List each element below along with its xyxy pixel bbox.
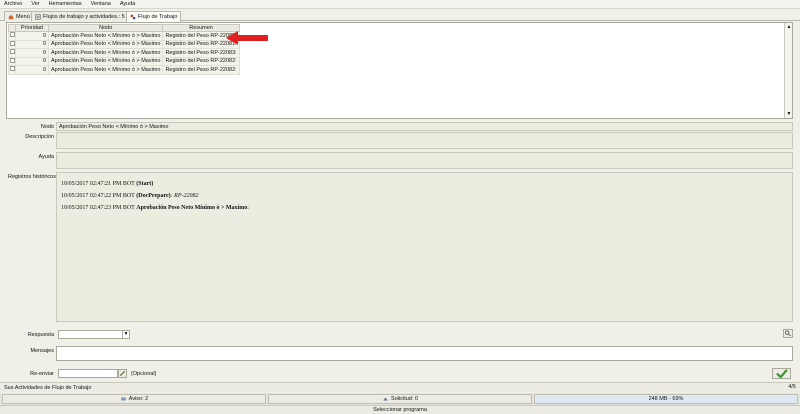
tab-menu-label: Menú	[16, 13, 30, 20]
ok-button[interactable]	[772, 368, 791, 379]
messages-input[interactable]	[56, 346, 793, 361]
table-row[interactable]: 0 Aprobación Peso Neto < Mínimo ó > Maxi…	[8, 48, 240, 58]
page-count: 4/5	[788, 384, 796, 390]
summary-cell: Registro del Peso RP-22083:	[162, 48, 240, 58]
description-field	[56, 132, 793, 149]
tab-bar: Menú Flujos de trabajo y actividades.: 5…	[0, 10, 800, 22]
lookup-icon	[119, 370, 126, 377]
requests-segment[interactable]: Solicitud: 0	[268, 394, 532, 404]
tab-workflow-label: Flujo de Trabajo	[138, 14, 178, 20]
row-checkbox[interactable]	[10, 57, 15, 63]
grid-scrollbar[interactable]: ▲ ▼	[784, 23, 792, 118]
summary-cell: Registro del Peso RP-22082:	[162, 56, 240, 66]
node-cell: Aprobación Peso Neto < Mínimo ó > Maximo	[47, 56, 164, 66]
help-field	[56, 152, 793, 169]
row-checkbox[interactable]	[10, 49, 15, 55]
scroll-up-icon[interactable]: ▲	[786, 24, 792, 30]
col-node[interactable]: Nodo	[47, 24, 164, 32]
row-checkbox[interactable]	[10, 66, 15, 72]
node-cell: Aprobación Peso Neto < Mínimo ó > Maximo	[47, 39, 164, 49]
table-row[interactable]: 0 Aprobación Peso Neto < Mínimo ó > Maxi…	[8, 31, 240, 41]
priority-cell: 0	[15, 56, 49, 66]
checkmark-icon	[776, 369, 788, 379]
node-cell: Aprobación Peso Neto < Mínimo ó > Maximo	[47, 65, 164, 75]
row-checkbox[interactable]	[10, 32, 15, 38]
scroll-down-icon[interactable]: ▼	[786, 111, 792, 117]
memory-segment[interactable]: 248 MB - 69%	[534, 394, 798, 404]
search-icon	[784, 330, 791, 337]
memory-usage: 248 MB - 69%	[648, 396, 684, 402]
table-row[interactable]: 0 Aprobación Peso Neto < Mínimo ó > Maxi…	[8, 56, 240, 66]
history-entry: 10/05/2017 02:47:23 PM BOT Aprobación Pe…	[61, 205, 249, 211]
footer-statusbar: Seleccionar programa	[0, 405, 800, 414]
request-icon	[383, 397, 388, 401]
activities-table: Prioridad Nodo Resumen 0 Aprobación Peso…	[8, 24, 240, 75]
priority-cell: 0	[15, 65, 49, 75]
alerts-segment[interactable]: Aviso: 2	[2, 394, 266, 404]
workflow-list-icon	[35, 13, 41, 20]
footer-text: Seleccionar programa	[373, 407, 427, 413]
priority-cell: 0	[15, 31, 49, 41]
summary-cell: Registro del Peso RP-22082:	[162, 65, 240, 75]
zoom-button[interactable]	[783, 329, 793, 338]
menu-ayuda[interactable]: Ayuda	[120, 1, 136, 7]
history-label: Registros históricos	[8, 174, 56, 180]
history-entry: 10/05/2017 02:47:21 PM BOT (Start)	[61, 181, 154, 187]
help-label: Ayuda	[38, 154, 55, 160]
node-label: Nodo	[40, 124, 54, 130]
tab-menu[interactable]: Menú	[4, 11, 34, 21]
activities-statusbar: Sus Actividades de Flujo de Trabajo 4/5	[0, 382, 800, 392]
menu-herramientas[interactable]: Herramientas	[49, 1, 82, 7]
menu-archivo[interactable]: Archivo	[4, 1, 22, 7]
activities-panel: Prioridad Nodo Resumen 0 Aprobación Peso…	[6, 22, 793, 119]
node-cell: Aprobación Peso Neto < Mínimo ó > Maximo	[47, 31, 164, 41]
node-field: Aprobación Peso Neto < Mínimo ó > Maximo	[56, 122, 793, 131]
optional-label: (Opcional)	[131, 371, 157, 377]
annotation-arrow-icon	[226, 31, 268, 45]
info-statusbar: Aviso: 2 Solicitud: 0 248 MB - 69%	[0, 393, 800, 405]
history-entry: 10/05/2017 02:47:22 PM BOT (DocPrepare):…	[61, 193, 199, 199]
forward-label: Re-enviar	[30, 371, 54, 377]
workflow-icon	[130, 14, 136, 20]
menu-bar: Archivo Ver Herramientas Ventana Ayuda	[0, 0, 800, 9]
messages-label: Mensajes	[30, 348, 54, 354]
priority-cell: 0	[15, 39, 49, 49]
table-row[interactable]: 0 Aprobación Peso Neto < Mínimo ó > Maxi…	[8, 65, 240, 75]
requests-count: Solicitud: 0	[391, 396, 418, 402]
row-checkbox[interactable]	[10, 40, 15, 46]
priority-cell: 0	[15, 48, 49, 58]
answer-label: Respuesta	[27, 332, 54, 338]
home-icon	[8, 14, 14, 19]
forward-input[interactable]	[58, 369, 118, 378]
col-select	[8, 24, 16, 32]
menu-ver[interactable]: Ver	[31, 1, 39, 7]
activities-status-text: Sus Actividades de Flujo de Trabajo	[4, 384, 92, 391]
menu-ventana[interactable]: Ventana	[91, 1, 111, 7]
tab-workflow[interactable]: Flujo de Trabajo	[126, 11, 182, 22]
tab-workflows-label: Flujos de trabajo y actividades.: 5	[43, 13, 125, 20]
alerts-count: Aviso: 2	[128, 396, 149, 402]
forward-lookup-button[interactable]	[118, 369, 127, 378]
history-box: 10/05/2017 02:47:21 PM BOT (Start) 10/05…	[56, 172, 793, 322]
alert-icon	[121, 397, 126, 401]
dropdown-arrow-icon[interactable]: ▼	[122, 331, 129, 338]
description-label: Descripción	[25, 134, 54, 140]
table-row[interactable]: 0 Aprobación Peso Neto < Mínimo ó > Maxi…	[8, 39, 240, 49]
answer-select[interactable]: ▼	[58, 330, 130, 339]
col-priority[interactable]: Prioridad	[15, 24, 49, 32]
node-value: Aprobación Peso Neto < Mínimo ó > Maximo	[59, 124, 169, 130]
node-cell: Aprobación Peso Neto < Mínimo ó > Maximo	[47, 48, 164, 58]
tab-workflows[interactable]: Flujos de trabajo y actividades.: 5	[31, 11, 129, 21]
